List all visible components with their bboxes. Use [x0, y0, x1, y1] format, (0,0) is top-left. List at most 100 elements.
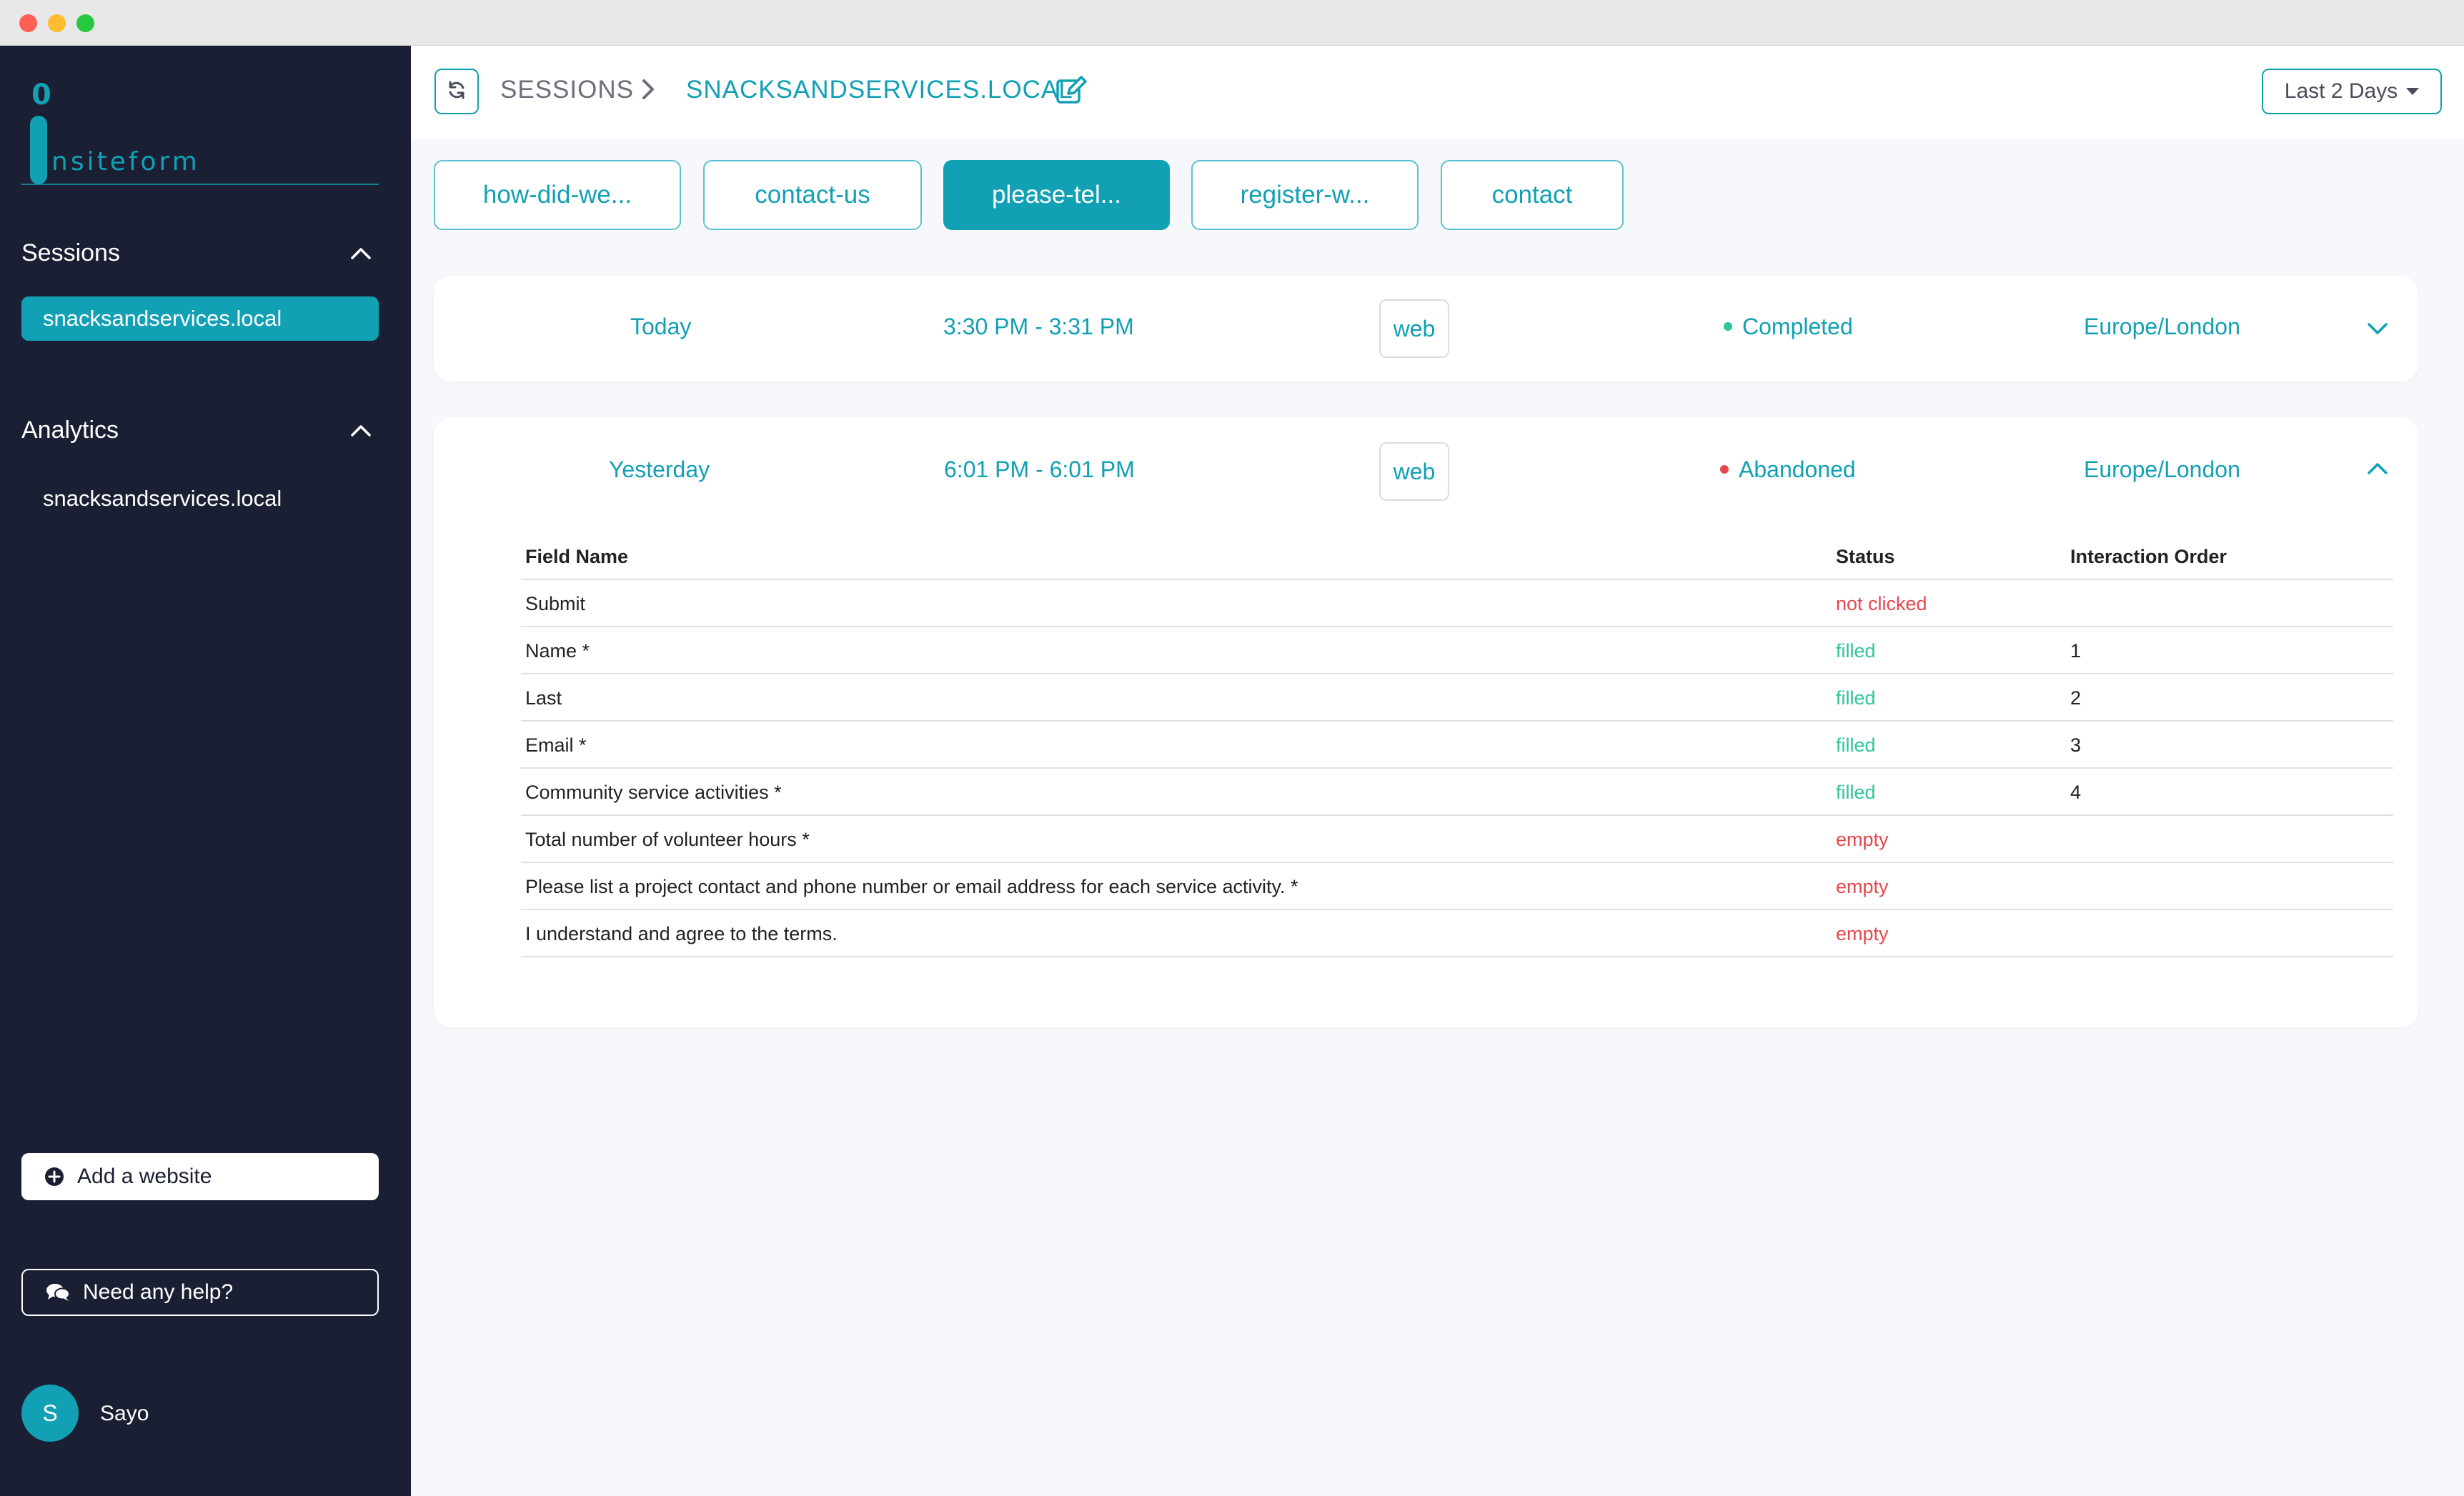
field-name: I understand and agree to the terms.: [525, 923, 838, 944]
logo-mark: 0: [31, 79, 51, 111]
sidebar-item-label: snacksandservices.local: [43, 306, 282, 331]
tab-form-how-did-we[interactable]: how-did-we...: [434, 160, 681, 230]
session-timezone: Europe/London: [2084, 314, 2240, 339]
column-header-field-name: Field Name: [525, 546, 629, 567]
main-content: SESSIONS SNACKSANDSERVICES.LOCAL Last 2 …: [411, 46, 2464, 1496]
logo-bar: [30, 116, 47, 184]
logo-divider: [21, 184, 379, 185]
session-day: Today: [630, 314, 692, 339]
analytics-section-header[interactable]: Analytics: [21, 412, 379, 448]
table-row: I understand and agree to the terms. emp…: [521, 910, 2393, 957]
platform-badge: web: [1379, 299, 1449, 358]
close-window-button[interactable]: [19, 14, 37, 32]
add-website-button[interactable]: Add a website: [21, 1153, 379, 1200]
field-order: 2: [2070, 687, 2082, 709]
status-badge: Completed: [1724, 314, 1853, 340]
logo[interactable]: 0 nsiteform: [21, 79, 379, 184]
column-header-status: Status: [1836, 546, 1895, 567]
analytics-heading: Analytics: [21, 416, 119, 444]
field-name: Name *: [525, 640, 590, 662]
status-dot: [1720, 464, 1729, 474]
table-row: Community service activities * filled 4: [521, 769, 2393, 816]
need-help-button[interactable]: Need any help?: [21, 1269, 379, 1316]
column-header-interaction-order: Interaction Order: [2070, 546, 2227, 567]
tab-form-contact[interactable]: contact: [1441, 160, 1624, 230]
fields-table: Field Name Status Interaction Order Subm…: [521, 533, 2393, 957]
field-order: 4: [2070, 782, 2082, 803]
table-row: Name * filled 1: [521, 627, 2393, 674]
session-time: 3:30 PM - 3:31 PM: [943, 314, 1134, 339]
session-card[interactable]: Today 3:30 PM - 3:31 PM web Completed Eu…: [434, 276, 2418, 382]
avatar[interactable]: S: [21, 1385, 79, 1442]
session-day: Yesterday: [609, 457, 710, 482]
top-bar: SESSIONS SNACKSANDSERVICES.LOCAL Last 2 …: [411, 46, 2464, 139]
comments-icon: [46, 1282, 70, 1302]
sidebar: 0 nsiteform Sessions snacksandservices.l…: [0, 46, 411, 1496]
tab-label: register-w...: [1240, 181, 1370, 209]
sessions-section-header[interactable]: Sessions: [21, 235, 379, 271]
field-status: empty: [1836, 923, 1889, 944]
date-range-select[interactable]: Last 2 Days: [2262, 69, 2442, 114]
platform-badge: web: [1379, 442, 1449, 501]
field-status: filled: [1836, 640, 1876, 662]
tab-form-register-w[interactable]: register-w...: [1191, 160, 1419, 230]
sidebar-item-sessions-site[interactable]: snacksandservices.local: [21, 296, 379, 341]
field-status: filled: [1836, 687, 1876, 709]
add-website-label: Add a website: [77, 1165, 212, 1188]
refresh-icon: [446, 79, 467, 104]
tab-label: please-tel...: [992, 181, 1121, 209]
field-name: Email *: [525, 734, 587, 756]
tab-form-contact-us[interactable]: contact-us: [703, 160, 922, 230]
minimize-window-button[interactable]: [48, 14, 66, 32]
status-label: Abandoned: [1739, 457, 1856, 482]
tab-label: contact: [1491, 181, 1573, 209]
zoom-window-button[interactable]: [76, 14, 94, 32]
sidebar-item-label: snacksandservices.local: [43, 486, 282, 511]
field-status: filled: [1836, 734, 1876, 756]
user-name[interactable]: Sayo: [100, 1402, 149, 1426]
breadcrumb-sessions[interactable]: SESSIONS: [500, 76, 634, 104]
table-row: Email * filled 3: [521, 722, 2393, 769]
chevron-down-icon[interactable]: [2362, 313, 2393, 344]
date-range-value: Last 2 Days: [2284, 79, 2398, 103]
status-badge: Abandoned: [1720, 457, 1856, 483]
field-status: filled: [1836, 782, 1876, 803]
chevron-up-icon[interactable]: [2362, 453, 2393, 484]
field-name: Community service activities *: [525, 782, 782, 803]
table-row: Last filled 2: [521, 674, 2393, 722]
table-row: Please list a project contact and phone …: [521, 863, 2393, 910]
status-dot: [1724, 321, 1732, 331]
session-timezone: Europe/London: [2084, 457, 2240, 482]
table-header: Field Name Status Interaction Order: [521, 533, 2393, 580]
field-name: Submit: [525, 593, 586, 614]
window-titlebar: [0, 0, 2464, 46]
session-card-expanded: Yesterday 6:01 PM - 6:01 PM web Abandone…: [434, 417, 2418, 1027]
session-time: 6:01 PM - 6:01 PM: [944, 457, 1135, 482]
edit-icon[interactable]: [1055, 74, 1088, 108]
table-row: Total number of volunteer hours * empty: [521, 816, 2393, 863]
field-name: Please list a project contact and phone …: [525, 876, 1298, 897]
chevron-up-icon[interactable]: [343, 412, 379, 448]
field-order: 3: [2070, 734, 2082, 756]
field-name: Total number of volunteer hours *: [525, 829, 810, 850]
field-name: Last: [525, 687, 562, 709]
sidebar-item-analytics-site[interactable]: snacksandservices.local: [21, 477, 379, 521]
plus-circle-icon: [44, 1167, 64, 1187]
status-label: Completed: [1742, 314, 1853, 339]
tab-label: contact-us: [755, 181, 870, 209]
field-status: not clicked: [1836, 593, 1927, 614]
tab-form-please-tel[interactable]: please-tel...: [943, 160, 1170, 230]
need-help-label: Need any help?: [83, 1280, 234, 1304]
field-order: 1: [2070, 640, 2082, 662]
sessions-heading: Sessions: [21, 239, 120, 266]
field-status: empty: [1836, 829, 1889, 850]
logo-text: nsiteform: [51, 147, 200, 176]
table-row: Submit not clicked: [521, 580, 2393, 627]
refresh-button[interactable]: [434, 69, 479, 114]
field-status: empty: [1836, 876, 1889, 897]
chevron-up-icon[interactable]: [343, 235, 379, 271]
chevron-right-icon: [641, 79, 655, 104]
caret-down-icon: [2406, 88, 2420, 95]
breadcrumb-current-site: SNACKSANDSERVICES.LOCAL: [686, 76, 1073, 104]
tab-label: how-did-we...: [482, 181, 632, 209]
